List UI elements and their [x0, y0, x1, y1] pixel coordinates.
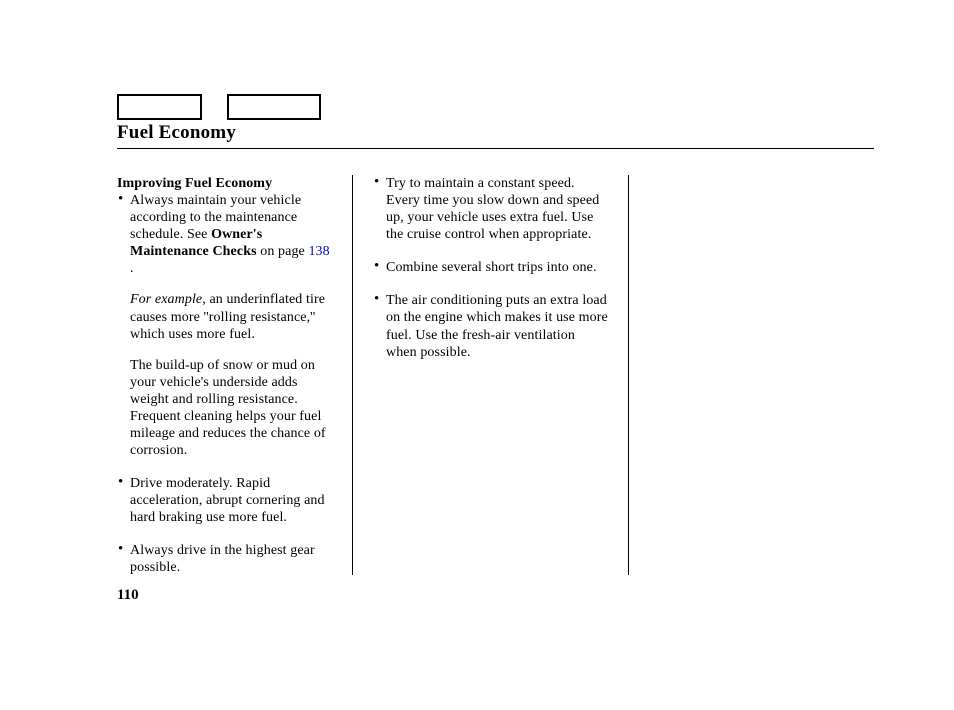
manual-page: Fuel Economy Improving Fuel Economy Alwa… — [0, 0, 954, 710]
columns: Improving Fuel Economy Always maintain y… — [117, 175, 874, 575]
bullet-text: on page — [257, 244, 309, 259]
bullet-item: The air conditioning puts an extra load … — [373, 292, 608, 360]
column-2: Try to maintain a constant speed. Every … — [373, 175, 608, 575]
column-gap — [608, 175, 628, 575]
bullet-item: Always drive in the highest gear possibl… — [117, 542, 332, 576]
column-divider — [628, 175, 629, 575]
page-number: 110 — [117, 587, 139, 604]
bullet-list: Always maintain your vehicle according t… — [117, 192, 332, 576]
title-block: Fuel Economy — [117, 122, 874, 149]
title-rule — [117, 148, 874, 149]
sub-paragraph: The build-up of snow or mud on your vehi… — [130, 357, 332, 459]
column-gap — [353, 175, 373, 575]
sub-paragraph: For example, an underinflated tire cause… — [130, 291, 332, 342]
header-stamps — [117, 94, 321, 120]
page-link[interactable]: 138 — [308, 244, 329, 259]
bullet-list: Try to maintain a constant speed. Every … — [373, 175, 608, 361]
column-1: Improving Fuel Economy Always maintain y… — [117, 175, 352, 575]
section-title: Fuel Economy — [117, 122, 874, 144]
italic-text: For example, — [130, 292, 206, 307]
stamp-box-1 — [117, 94, 202, 120]
stamp-box-2 — [227, 94, 321, 120]
bullet-item: Always maintain your vehicle according t… — [117, 192, 332, 459]
column-subhead: Improving Fuel Economy — [117, 175, 332, 192]
bullet-text: . — [130, 261, 134, 276]
bullet-item: Drive moderately. Rapid acceleration, ab… — [117, 475, 332, 526]
bullet-item: Try to maintain a constant speed. Every … — [373, 175, 608, 243]
bullet-item: Combine several short trips into one. — [373, 259, 608, 276]
